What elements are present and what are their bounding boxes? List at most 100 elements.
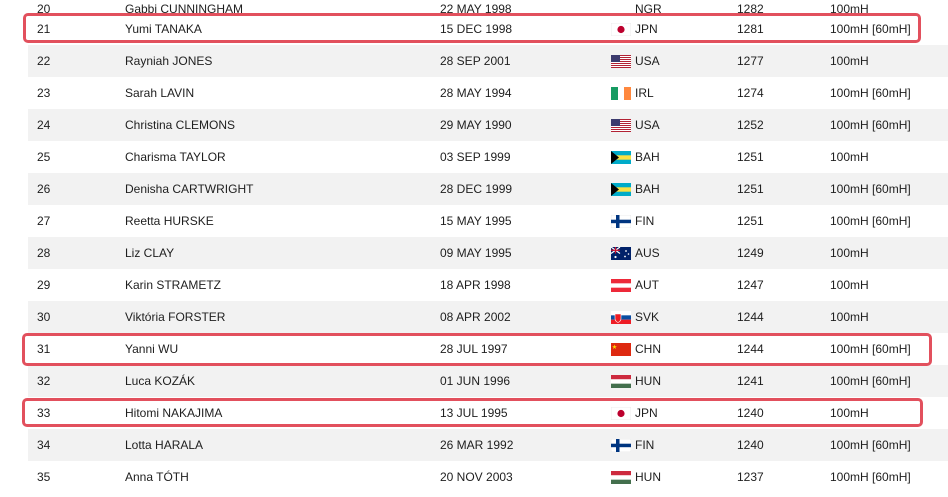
table-row[interactable]: 31 Yanni WU 28 JUL 1997 CHN 1244 100mH [60mH] xyxy=(28,333,948,365)
table-row[interactable]: 26 Denisha CARTWRIGHT 28 DEC 1999 BAH 1251 10… xyxy=(28,173,948,205)
athlete-name[interactable]: Hitomi NAKAJIMA xyxy=(125,406,222,420)
fin-flag-icon xyxy=(611,439,631,452)
bah-flag-icon xyxy=(611,183,631,196)
event-cell: 100mH [60mH] xyxy=(830,182,911,196)
dob-cell: 15 MAY 1995 xyxy=(440,214,512,228)
table-row[interactable]: 23 Sarah LAVIN 28 MAY 1994 IRL 1274 100mH [60… xyxy=(28,77,948,109)
event-cell: 100mH xyxy=(830,246,869,260)
athlete-name[interactable]: Sarah LAVIN xyxy=(125,86,194,100)
dob-cell: 22 MAY 1998 xyxy=(440,2,512,13)
athlete-name[interactable]: Lotta HARALA xyxy=(125,438,203,452)
rank-cell: 35 xyxy=(37,470,51,484)
dob-cell: 18 APR 1998 xyxy=(440,278,511,292)
dob-cell: 13 JUL 1995 xyxy=(440,406,508,420)
score-cell: 1240 xyxy=(737,438,764,452)
table-row[interactable]: 21 Yumi TANAKA 15 DEC 1998 JPN 1281 100mH [60… xyxy=(28,13,948,45)
event-cell: 100mH [60mH] xyxy=(830,342,911,356)
table-row[interactable]: 27 Reetta HURSKE 15 MAY 1995 FIN 1251 100mH [… xyxy=(28,205,948,237)
table-row[interactable]: 22 Rayniah JONES 28 SEP 2001 USA 1277 100mH xyxy=(28,45,948,77)
jpn-flag-icon xyxy=(611,407,631,420)
table-row[interactable]: 25 Charisma TAYLOR 03 SEP 1999 BAH 1251 100mH xyxy=(28,141,948,173)
event-cell: 100mH xyxy=(830,54,869,68)
score-cell: 1249 xyxy=(737,246,764,260)
table-row[interactable]: 30 Viktória FORSTER 08 APR 2002 SVK 1244 100m… xyxy=(28,301,948,333)
aus-flag-icon xyxy=(611,247,631,260)
nationality-cell: JPN xyxy=(635,406,658,420)
athlete-name[interactable]: Yanni WU xyxy=(125,342,178,356)
athlete-name[interactable]: Liz CLAY xyxy=(125,246,174,260)
nationality-cell: HUN xyxy=(635,374,661,388)
score-cell: 1277 xyxy=(737,54,764,68)
rank-cell: 26 xyxy=(37,182,51,196)
bah-flag-icon xyxy=(611,151,631,164)
jpn-flag-icon xyxy=(611,23,631,36)
usa-flag-icon xyxy=(611,119,631,132)
score-cell: 1252 xyxy=(737,118,764,132)
table-row[interactable]: 28 Liz CLAY 09 MAY 1995 AUS 1249 100mH xyxy=(28,237,948,269)
dob-cell: 28 MAY 1994 xyxy=(440,86,512,100)
athlete-name[interactable]: Rayniah JONES xyxy=(125,54,212,68)
score-cell: 1282 xyxy=(737,2,764,13)
event-cell: 100mH [60mH] xyxy=(830,438,911,452)
event-cell: 100mH xyxy=(830,2,869,13)
hun-flag-icon xyxy=(611,375,631,388)
rank-cell: 27 xyxy=(37,214,51,228)
nationality-cell: BAH xyxy=(635,150,660,164)
score-cell: 1240 xyxy=(737,406,764,420)
irl-flag-icon xyxy=(611,87,631,100)
score-cell: 1251 xyxy=(737,214,764,228)
athlete-name[interactable]: Denisha CARTWRIGHT xyxy=(125,182,253,196)
dob-cell: 28 DEC 1999 xyxy=(440,182,513,196)
nationality-cell: IRL xyxy=(635,86,654,100)
dob-cell: 28 JUL 1997 xyxy=(440,342,508,356)
table-row[interactable]: 24 Christina CLEMONS 29 MAY 1990 USA 1252 100… xyxy=(28,109,948,141)
score-cell: 1244 xyxy=(737,310,764,324)
score-cell: 1274 xyxy=(737,86,764,100)
rank-cell: 34 xyxy=(37,438,51,452)
score-cell: 1251 xyxy=(737,150,764,164)
athlete-name[interactable]: Yumi TANAKA xyxy=(125,22,202,36)
nationality-cell: AUS xyxy=(635,246,660,260)
rank-cell: 21 xyxy=(37,22,51,36)
dob-cell: 09 MAY 1995 xyxy=(440,246,512,260)
dob-cell: 28 SEP 2001 xyxy=(440,54,511,68)
chn-flag-icon xyxy=(611,343,631,356)
rank-cell: 29 xyxy=(37,278,51,292)
dob-cell: 03 SEP 1999 xyxy=(440,150,511,164)
rank-cell: 24 xyxy=(37,118,51,132)
table-row[interactable]: 32 Luca KOZÁK 01 JUN 1996 HUN 1241 100mH [60m… xyxy=(28,365,948,397)
rank-cell: 31 xyxy=(37,342,51,356)
athlete-name[interactable]: Charisma TAYLOR xyxy=(125,150,226,164)
table-row[interactable]: 33 Hitomi NAKAJIMA 13 JUL 1995 JPN 1240 100mH xyxy=(28,397,948,429)
table-row[interactable]: 29 Karin STRAMETZ 18 APR 1998 AUT 1247 100mH xyxy=(28,269,948,301)
dob-cell: 08 APR 2002 xyxy=(440,310,511,324)
nationality-cell: AUT xyxy=(635,278,659,292)
rank-cell: 23 xyxy=(37,86,51,100)
athlete-name[interactable]: Luca KOZÁK xyxy=(125,374,195,388)
rank-cell: 28 xyxy=(37,246,51,260)
athlete-name[interactable]: Reetta HURSKE xyxy=(125,214,214,228)
dob-cell: 15 DEC 1998 xyxy=(440,22,513,36)
athlete-name[interactable]: Karin STRAMETZ xyxy=(125,278,221,292)
nationality-cell: BAH xyxy=(635,182,660,196)
athlete-name[interactable]: Viktória FORSTER xyxy=(125,310,225,324)
athlete-name[interactable]: Christina CLEMONS xyxy=(125,118,235,132)
table-row-partial[interactable]: 20 Gabbi CUNNINGHAM 22 MAY 1998 NGR 1282… xyxy=(28,0,948,13)
rank-cell: 30 xyxy=(37,310,51,324)
event-cell: 100mH xyxy=(830,310,869,324)
athlete-name: Gabbi CUNNINGHAM xyxy=(125,2,244,13)
table-row[interactable]: 34 Lotta HARALA 26 MAR 1992 FIN 1240 100mH [6… xyxy=(28,429,948,461)
score-cell: 1247 xyxy=(737,278,764,292)
event-cell: 100mH [60mH] xyxy=(830,86,911,100)
table-row[interactable]: 35 Anna TÓTH 20 NOV 2003 HUN 1237 100mH [60mH… xyxy=(28,461,948,493)
event-cell: 100mH [60mH] xyxy=(830,118,911,132)
dob-cell: 01 JUN 1996 xyxy=(440,374,511,388)
rank-cell: 32 xyxy=(37,374,51,388)
dob-cell: 29 MAY 1990 xyxy=(440,118,512,132)
nationality-cell: SVK xyxy=(635,310,660,324)
nationality-cell: USA xyxy=(635,54,660,68)
athlete-name[interactable]: Anna TÓTH xyxy=(125,470,189,484)
nationality-cell: CHN xyxy=(635,342,661,356)
event-cell: 100mH xyxy=(830,150,869,164)
nationality-cell: JPN xyxy=(635,22,658,36)
